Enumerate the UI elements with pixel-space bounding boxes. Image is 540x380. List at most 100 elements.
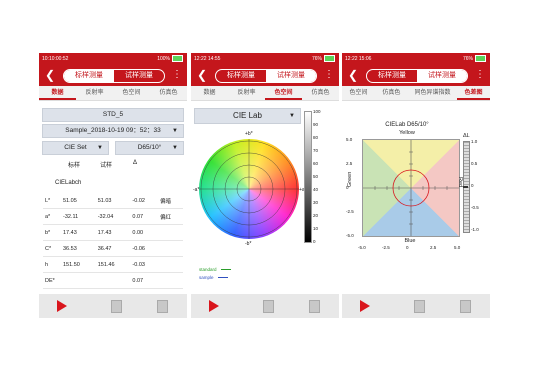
tab-sample-measure[interactable]: 试样测量 [266, 70, 316, 82]
table-row: L* 51.05 51.03 -0.02 偏暗 [43, 193, 183, 209]
play-icon[interactable] [209, 300, 219, 312]
space-select[interactable]: CIE Lab ▼ [194, 108, 301, 124]
table-cell-std [61, 272, 96, 289]
tab-sample-measure[interactable]: 试样测量 [114, 70, 164, 82]
delta-l-tick-label: -0.5 [471, 205, 479, 210]
tab-standard-measure[interactable]: 标样测量 [367, 70, 417, 82]
battery-level: 100% [157, 56, 170, 62]
battery-level: 76% [311, 56, 322, 62]
tab-color-space[interactable]: 色空间 [113, 86, 150, 100]
header-standard: 标样 [68, 163, 81, 169]
tab-standard-measure[interactable]: 标样测量 [216, 70, 266, 82]
y-tick-label: 5.0 [346, 137, 353, 142]
label-blue: Blue [404, 238, 416, 244]
y-tick-label: 2.5 [346, 161, 353, 166]
table-cell-note: 偏暗 [157, 193, 183, 209]
scale-tick-label: 80 [313, 135, 319, 140]
tab-reflectance[interactable]: 反射率 [76, 86, 113, 100]
measure-mode-toggle: 标样测量 试样测量 [366, 69, 468, 83]
more-menu-icon[interactable]: ⋮ [475, 69, 485, 81]
play-icon[interactable] [57, 300, 67, 312]
axis-plus-b: +b* [245, 131, 253, 137]
table-cell-smp: 151.46 [95, 256, 131, 273]
table-cell-smp: -32.04 [95, 208, 131, 225]
chart-title: CIELab D65/10° [385, 122, 429, 128]
sample-select[interactable]: Sample_2018-10-19 09：52：33 ▼ [42, 124, 184, 138]
tab-data[interactable]: 数据 [39, 86, 76, 100]
tab-difference-chart[interactable]: 色差图 [457, 86, 490, 100]
x-tick-label: -5.0 [358, 245, 366, 250]
document-icon[interactable] [414, 300, 425, 313]
tab-standard-measure[interactable]: 标样测量 [64, 70, 114, 82]
table-cell-delta: 0.00 [130, 224, 158, 241]
save-icon[interactable] [460, 300, 471, 313]
phone-screen-colorspace: 12:22 14:55 76% ❮ 标样测量 试样测量 ⋮ 数据 反射率 色空间… [191, 53, 339, 318]
back-icon[interactable]: ❮ [45, 69, 55, 81]
legend-standard: standard [199, 267, 231, 272]
illuminant-select[interactable]: D65/10° ▼ [115, 141, 184, 155]
delta-l-value [463, 186, 468, 188]
scale-tick-label: 30 [313, 200, 319, 205]
table-cell-smp: 17.43 [95, 224, 131, 241]
axis-minus-b: -b* [245, 241, 252, 247]
tab-simulated-color[interactable]: 仿真色 [302, 86, 339, 100]
save-icon[interactable] [309, 300, 320, 313]
document-icon[interactable] [111, 300, 122, 313]
tab-color-space[interactable]: 色空间 [342, 86, 375, 100]
scale-tick-label: 20 [313, 213, 319, 218]
more-menu-icon[interactable]: ⋮ [324, 69, 334, 81]
wheel-grid-svg [199, 139, 299, 239]
table-row: C* 36.53 36.47 -0.06 [43, 240, 183, 257]
tab-sample-measure[interactable]: 试样测量 [417, 70, 467, 82]
x-ticks: -5.0 -2.5 0 2.5 5.0 [358, 245, 461, 253]
back-icon[interactable]: ❮ [197, 69, 207, 81]
difference-axes-svg [363, 140, 459, 236]
x-tick-label: 2.5 [430, 245, 437, 250]
save-icon[interactable] [157, 300, 168, 313]
scale-tick-label: 70 [313, 148, 319, 153]
subtabs: 数据 反射率 色空间 仿真色 [39, 86, 187, 101]
scale-tick-label: 90 [313, 122, 319, 127]
scale-tick-label: 50 [313, 174, 319, 179]
table-cell-std: -32.11 [61, 208, 96, 225]
phone-screen-difference: 12:22 15:06 76% ❮ 标样测量 试样测量 ⋮ 色空间 仿真色 同色… [342, 53, 490, 318]
scale-tick-label: 0 [313, 239, 316, 244]
table-cell-delta: -0.02 [130, 193, 158, 209]
table-cell-note [157, 240, 183, 257]
tab-simulated-color[interactable]: 仿真色 [150, 86, 187, 100]
legend-standard-line [220, 269, 231, 271]
status-battery: 100% [157, 53, 183, 65]
x-tick-label: 5.0 [454, 245, 461, 250]
scale-tick-label: 40 [313, 187, 319, 192]
delta-l-label: ΔL [463, 133, 470, 139]
table-cell-delta: 0.07 [130, 208, 158, 225]
colorspace-select[interactable]: CIE Set ▼ [42, 141, 109, 155]
delta-l-tick-label: 1.0 [471, 139, 478, 144]
tab-color-space[interactable]: 色空间 [265, 86, 302, 100]
table-cell-note [157, 224, 183, 241]
difference-plot [362, 139, 460, 237]
battery-level: 76% [462, 56, 473, 62]
back-icon[interactable]: ❮ [348, 69, 358, 81]
document-icon[interactable] [263, 300, 274, 313]
tab-data[interactable]: 数据 [191, 86, 228, 100]
table-cell-note [157, 256, 183, 273]
play-icon[interactable] [360, 300, 370, 312]
battery-icon [324, 55, 335, 63]
tab-reflectance[interactable]: 反射率 [228, 86, 265, 100]
values-table: L* 51.05 51.03 -0.02 偏暗 a* -32.11 -32.04 0.07 偏红 b… [43, 193, 183, 289]
measure-mode-toggle: 标样测量 试样测量 [63, 69, 165, 83]
status-bar: 12:22 14:55 76% [191, 53, 339, 65]
table-cell-std: 17.43 [61, 224, 96, 241]
y-ticks: 5.0 2.5 0 -2.5 -5.0 [346, 137, 360, 238]
tab-simulated-color[interactable]: 仿真色 [375, 86, 408, 100]
more-menu-icon[interactable]: ⋮ [172, 69, 182, 81]
y-tick-label: 0 [346, 185, 349, 190]
dropdown-caret-icon: ▼ [289, 113, 295, 119]
standard-name-field[interactable]: STD_5 [42, 108, 184, 122]
table-cell-delta: -0.06 [130, 240, 158, 257]
tab-metamerism-index[interactable]: 同色异谱指数 [408, 86, 457, 100]
subtabs: 色空间 仿真色 同色异谱指数 色差图 [342, 86, 490, 101]
status-battery: 76% [312, 53, 335, 65]
status-bar: 12:22 15:06 76% [342, 53, 490, 65]
